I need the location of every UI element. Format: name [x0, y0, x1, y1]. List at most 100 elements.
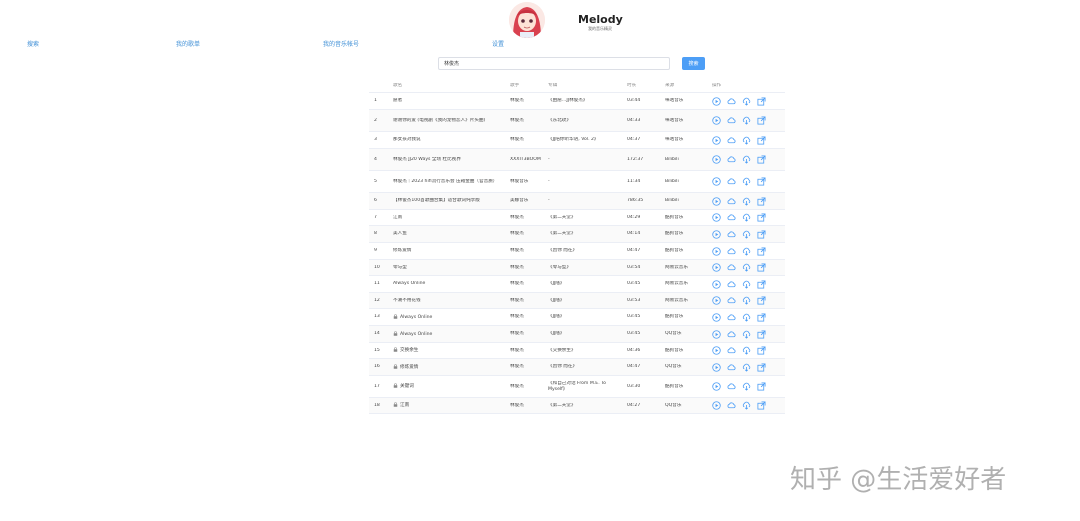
table-row[interactable]: 15 交换余生 林俊杰 《交换余生》 04:36 酷狗音乐 [369, 343, 785, 359]
cloud-icon[interactable] [727, 363, 736, 372]
download-icon[interactable] [742, 230, 751, 239]
play-icon[interactable] [712, 346, 721, 355]
download-icon[interactable] [742, 346, 751, 355]
cloud-icon[interactable] [727, 116, 736, 125]
table-row[interactable]: 12 不潮不用花钱 林俊杰 《JJ陆》 03:53 网易云音乐 [369, 293, 785, 309]
row-title-text: 谢谢你的爱 (电视剧《我的宠物恋人》片头曲) [393, 117, 486, 123]
download-icon[interactable] [742, 155, 751, 164]
nav-settings[interactable]: 设置 [492, 39, 504, 48]
table-row[interactable]: 6 【林俊杰100首歌曲合集】适合歌词纯享版 美娜音乐 - 786:35 Bilibili [369, 193, 785, 210]
play-icon[interactable] [712, 279, 721, 289]
play-icon[interactable] [712, 312, 721, 322]
play-icon[interactable] [712, 263, 721, 272]
download-icon[interactable] [742, 247, 751, 256]
cloud-icon[interactable] [727, 330, 736, 339]
table-row[interactable]: 16 修炼爱情 林俊杰 《因你 而在》 04:47 QQ音乐 [369, 359, 785, 376]
table-row[interactable]: 18 江南 林俊杰 《第二天堂》 04:27 QQ音乐 [369, 398, 785, 414]
nav-music-account[interactable]: 我的音乐帐号 [323, 39, 359, 48]
play-icon[interactable] [712, 401, 721, 410]
play-icon[interactable] [712, 116, 721, 125]
play-icon[interactable] [712, 155, 721, 164]
open-link-icon[interactable] [757, 382, 766, 391]
nav-search[interactable]: 搜索 [27, 39, 39, 48]
table-row[interactable]: 14 Always Online 林俊杰 《JJ陆》 03:45 QQ音乐 [369, 326, 785, 343]
cloud-icon[interactable] [727, 136, 736, 145]
open-link-icon[interactable] [757, 279, 766, 289]
table-row[interactable]: 9 修炼爱情 林俊杰 《因你 而在》 04:47 酷狗音乐 [369, 243, 785, 260]
table-row[interactable]: 4 林俊杰 JJ20 Ways 全场 杜比视界 XXXIT3BOOM - 172:37 B… [369, 149, 785, 171]
open-link-icon[interactable] [757, 155, 766, 164]
cloud-icon[interactable] [727, 382, 736, 391]
download-icon[interactable] [742, 401, 751, 410]
open-link-icon[interactable] [757, 246, 766, 256]
open-link-icon[interactable] [757, 213, 766, 222]
cloud-icon[interactable] [727, 401, 736, 410]
open-link-icon[interactable] [757, 401, 766, 410]
table-row[interactable]: 7 江南 林俊杰 《第二天堂》 04:29 酷狗音乐 [369, 210, 785, 226]
cloud-icon[interactable] [727, 346, 736, 355]
play-icon[interactable] [712, 96, 721, 106]
cloud-icon[interactable] [727, 296, 736, 305]
open-link-icon[interactable] [757, 329, 766, 339]
download-icon[interactable] [742, 97, 751, 106]
nav-my-songs[interactable]: 我的歌单 [176, 39, 200, 48]
download-icon[interactable] [742, 116, 751, 125]
cloud-icon[interactable] [727, 97, 736, 106]
play-icon[interactable] [712, 196, 721, 206]
table-row[interactable]: 1 愿者 林俊杰 《由愿…JJ林俊杰》 03:44 咪咕音乐 [369, 93, 785, 110]
open-link-icon[interactable] [757, 346, 766, 355]
cloud-icon[interactable] [727, 247, 736, 256]
open-link-icon[interactable] [757, 177, 766, 186]
download-icon[interactable] [742, 280, 751, 289]
row-index: 2 [374, 117, 377, 123]
cloud-icon[interactable] [727, 177, 736, 186]
search-input[interactable] [438, 57, 670, 70]
download-icon[interactable] [742, 263, 751, 272]
download-icon[interactable] [742, 177, 751, 186]
open-link-icon[interactable] [757, 196, 766, 206]
download-icon[interactable] [742, 382, 751, 391]
play-icon[interactable] [712, 177, 721, 186]
table-row[interactable]: 8 美人鱼 林俊杰 《第二天堂》 04:14 酷狗音乐 [369, 226, 785, 243]
table-row[interactable]: 2 谢谢你的爱 (电视剧《我的宠物恋人》片头曲) 林俊杰 《东北玫》 04:33 咪咕音乐 [369, 110, 785, 132]
cloud-icon[interactable] [727, 263, 736, 272]
open-link-icon[interactable] [757, 263, 766, 272]
download-icon[interactable] [742, 363, 751, 372]
cloud-icon[interactable] [727, 230, 736, 239]
play-icon[interactable] [712, 246, 721, 256]
table-row[interactable]: 3 那女孩对我说 林俊杰 《JJ陪你听华语, Vol. 2》 04:37 咪咕音乐 [369, 132, 785, 149]
cloud-icon[interactable] [727, 280, 736, 289]
play-icon[interactable] [712, 213, 721, 222]
play-icon[interactable] [712, 229, 721, 239]
table-row[interactable]: 10 零与型 林俊杰 《零与型》 03:54 网易云音乐 [369, 260, 785, 276]
row-album: 《JJ陪你听华语, Vol. 2》 [548, 137, 599, 142]
open-link-icon[interactable] [757, 362, 766, 372]
open-link-icon[interactable] [757, 296, 766, 305]
download-icon[interactable] [742, 296, 751, 305]
download-icon[interactable] [742, 213, 751, 222]
table-row[interactable]: 5 林俊杰｜2023 hifi流行音乐会 压箱金曲（官音质） 林俊音乐 - 11:34 B… [369, 171, 785, 193]
open-link-icon[interactable] [757, 116, 766, 125]
play-icon[interactable] [712, 135, 721, 145]
play-icon[interactable] [712, 382, 721, 391]
download-icon[interactable] [742, 330, 751, 339]
play-icon[interactable] [712, 296, 721, 305]
cloud-icon[interactable] [727, 213, 736, 222]
cloud-icon[interactable] [727, 313, 736, 322]
open-link-icon[interactable] [757, 96, 766, 106]
play-icon[interactable] [712, 362, 721, 372]
search-button[interactable]: 搜索 [682, 57, 705, 70]
open-link-icon[interactable] [757, 229, 766, 239]
cloud-icon[interactable] [727, 197, 736, 206]
download-icon[interactable] [742, 313, 751, 322]
open-link-icon[interactable] [757, 135, 766, 145]
open-link-icon[interactable] [757, 312, 766, 322]
play-icon[interactable] [712, 329, 721, 339]
table-row[interactable]: 13 Always Online 林俊杰 《JJ陆》 03:45 酷狗音乐 [369, 309, 785, 326]
table-row[interactable]: 11 Always Online 林俊杰 《JJ陆》 03:45 网易云音乐 [369, 276, 785, 293]
cloud-icon[interactable] [727, 155, 736, 164]
download-icon[interactable] [742, 136, 751, 145]
download-icon[interactable] [742, 197, 751, 206]
row-index: 15 [374, 347, 380, 353]
table-row[interactable]: 17 关键词 林俊杰 《和自己对话 From M.E. To Myself》 03:30… [369, 376, 785, 398]
